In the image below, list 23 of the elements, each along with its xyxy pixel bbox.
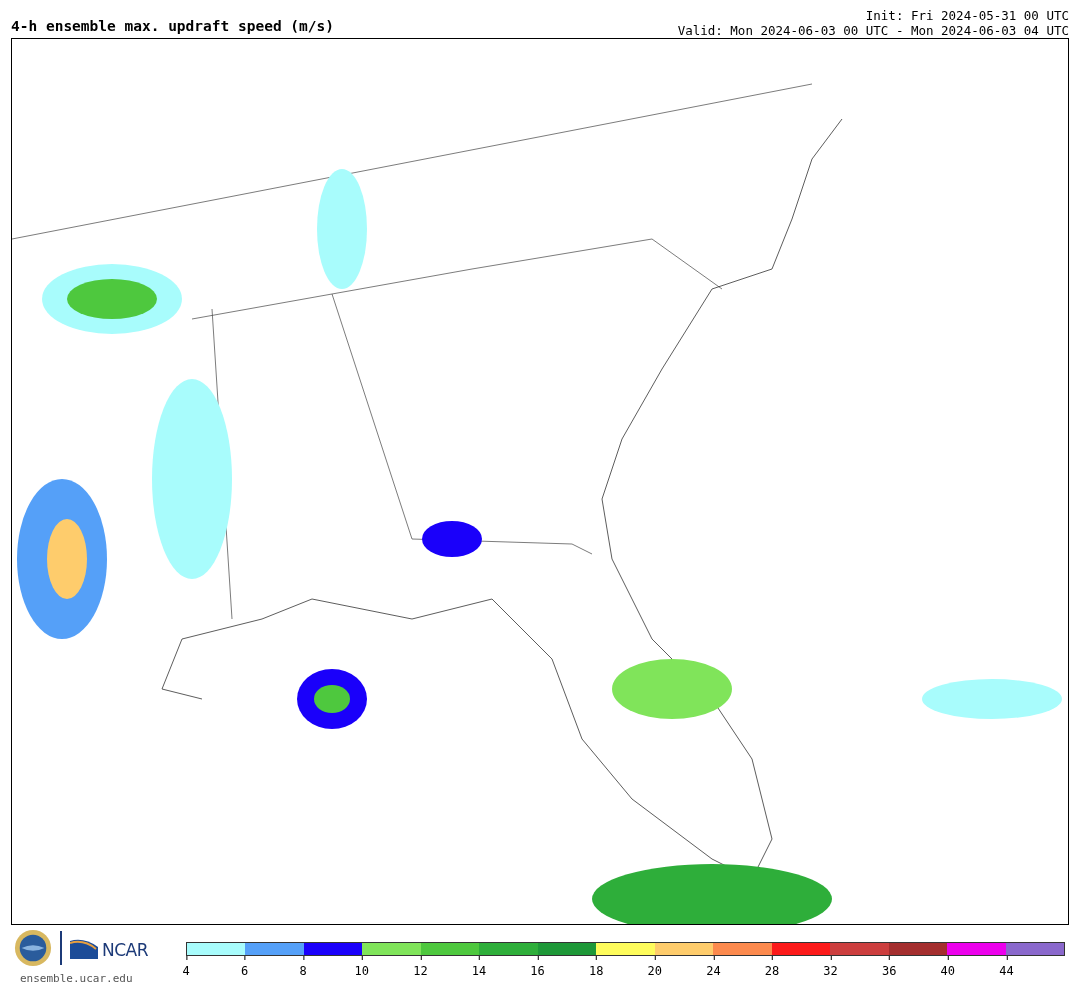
tick-label: 40 [940, 956, 955, 980]
tick-label: 28 [764, 956, 780, 980]
tick-label: 10 [354, 956, 369, 980]
tick-label: 36 [881, 956, 897, 980]
tick-label: 12 [413, 956, 428, 980]
tick-label: 8 [299, 956, 307, 980]
site-url: ensemble.ucar.edu [19, 971, 134, 987]
tick-label: 14 [471, 956, 487, 980]
chart-title: 4-h ensemble max. updraft speed (m/s) [11, 18, 334, 33]
init-time: Init: Fri 2024-05-31 00 UTC [864, 8, 1069, 23]
tick-label: 16 [530, 956, 545, 980]
seal-icon [14, 929, 52, 967]
tick-label: 24 [706, 956, 721, 980]
tick-label: 32 [823, 956, 838, 980]
tick-label: 4 [182, 956, 190, 980]
tick-label: 44 [999, 956, 1014, 980]
logo-text: NCAR [102, 942, 149, 959]
tick-label: 6 [241, 956, 249, 980]
ncar-logo-icon [70, 937, 98, 959]
valid-time: Valid: Mon 2024-06-03 00 UTC - Mon 2024-06-03 04 UTC [677, 23, 1069, 38]
tick-label: 20 [647, 956, 662, 980]
tick-label: 18 [588, 956, 604, 980]
logo-divider-icon [60, 931, 62, 965]
